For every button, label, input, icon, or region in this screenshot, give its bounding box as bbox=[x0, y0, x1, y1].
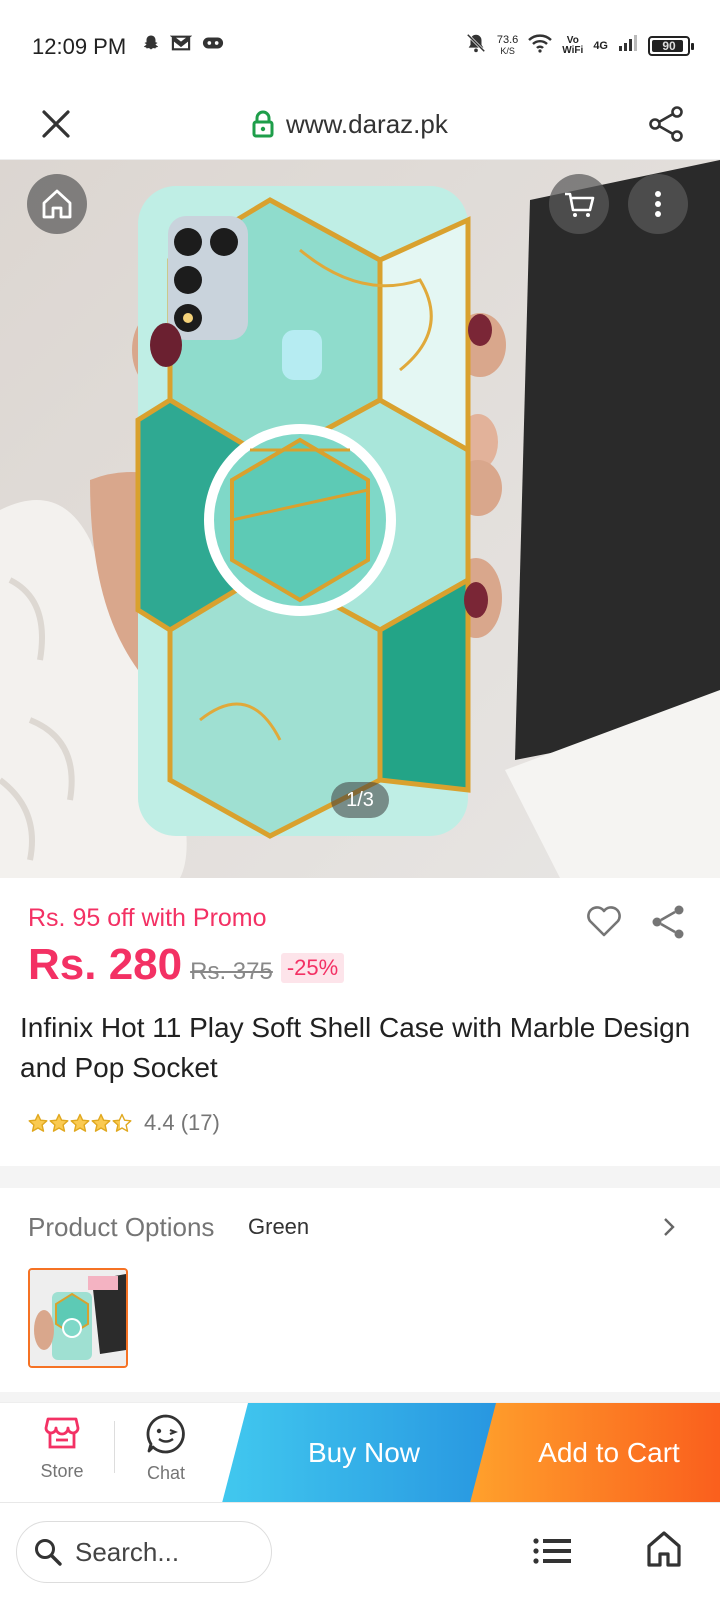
home-icon bbox=[647, 1531, 681, 1567]
bottom-bar bbox=[0, 1502, 720, 1600]
vowifi-bottom: WiFi bbox=[562, 44, 584, 56]
status-left-icons bbox=[142, 34, 224, 57]
chat-button[interactable]: Chat bbox=[116, 1413, 216, 1499]
buy-now-button[interactable]: Buy Now bbox=[222, 1403, 506, 1503]
store-button[interactable]: Store bbox=[12, 1413, 112, 1499]
mail-icon bbox=[169, 34, 193, 57]
battery-level: 90 bbox=[662, 38, 676, 53]
add-to-cart-button[interactable]: Add to Cart bbox=[470, 1403, 720, 1503]
share-icon bbox=[652, 905, 684, 939]
product-share-button[interactable] bbox=[646, 900, 690, 944]
url-text: www.daraz.pk bbox=[286, 108, 448, 139]
heart-icon bbox=[587, 906, 621, 937]
close-icon bbox=[42, 110, 70, 138]
network-type: 4G bbox=[593, 39, 608, 52]
more-vertical-icon bbox=[655, 191, 661, 217]
search-box[interactable] bbox=[16, 1521, 272, 1583]
url-display[interactable]: www.daraz.pk bbox=[252, 104, 448, 144]
more-options-button[interactable] bbox=[628, 174, 688, 234]
status-time: 12:09 PM bbox=[32, 34, 127, 59]
star-icon bbox=[112, 1113, 132, 1132]
star-icon bbox=[91, 1113, 111, 1132]
cart-icon bbox=[565, 192, 595, 217]
product-options[interactable]: Product Options Green bbox=[0, 1188, 720, 1392]
original-price: Rs. 375 bbox=[190, 958, 273, 985]
product-rating[interactable]: 4.4 (17) bbox=[28, 1110, 220, 1136]
battery-icon: 90 bbox=[648, 35, 694, 56]
action-bar: Store Chat Buy Now Add to Cart bbox=[0, 1402, 720, 1503]
vowifi-top: Vo bbox=[566, 34, 579, 46]
star-icon bbox=[28, 1113, 48, 1132]
home-button[interactable] bbox=[27, 174, 87, 234]
search-input[interactable] bbox=[75, 1536, 255, 1568]
share-icon bbox=[649, 106, 683, 142]
menu-button[interactable] bbox=[530, 1529, 574, 1573]
chat-icon bbox=[146, 1414, 185, 1454]
signal-icon bbox=[618, 34, 638, 57]
home-icon bbox=[42, 189, 72, 219]
browser-url-bar: www.daraz.pk bbox=[0, 90, 720, 160]
close-button[interactable] bbox=[36, 104, 76, 144]
share-button[interactable] bbox=[644, 102, 688, 146]
options-label: Product Options bbox=[28, 1212, 215, 1242]
menu-list-icon bbox=[533, 1538, 571, 1564]
action-divider bbox=[114, 1421, 115, 1473]
star-icon bbox=[49, 1113, 69, 1132]
product-image-gallery[interactable]: 1/3 bbox=[0, 160, 720, 878]
wishlist-button[interactable] bbox=[584, 902, 624, 942]
image-counter: 1/3 bbox=[331, 782, 389, 818]
product-title: Infinix Hot 11 Play Soft Shell Case with… bbox=[20, 1012, 691, 1083]
chevron-right-icon bbox=[664, 1218, 675, 1236]
lock-icon bbox=[252, 110, 274, 138]
speed-value: 73.6 bbox=[496, 33, 519, 46]
discount-badge: -25% bbox=[280, 953, 345, 983]
store-label: Store bbox=[40, 1461, 84, 1481]
store-icon bbox=[44, 1417, 80, 1449]
status-right-icons: 73.6 K/S Vo WiFi 4G 90 bbox=[465, 32, 694, 59]
game-controller-icon bbox=[202, 35, 224, 56]
option-thumbnail-image bbox=[30, 1270, 126, 1366]
search-icon bbox=[35, 1539, 62, 1566]
options-chevron[interactable] bbox=[654, 1212, 684, 1242]
options-value: Green bbox=[248, 1214, 310, 1239]
page: 12:09 PM 73.6 K/S Vo WiFi 4G 90 www.dara… bbox=[0, 0, 720, 1600]
snapchat-icon bbox=[142, 34, 160, 57]
rating-stars bbox=[28, 1113, 132, 1133]
option-thumbnail[interactable] bbox=[28, 1268, 128, 1368]
network-speed: 73.6 K/S bbox=[496, 33, 519, 57]
product-image bbox=[0, 160, 720, 878]
vowifi-indicator: Vo WiFi bbox=[562, 34, 584, 56]
speed-unit: K/S bbox=[500, 45, 515, 56]
status-bar: 12:09 PM 73.6 K/S Vo WiFi 4G 90 bbox=[0, 0, 720, 90]
product-info: Rs. 95 off with Promo Rs. 280 Rs. 375 -2… bbox=[0, 878, 720, 1166]
wifi-icon bbox=[528, 33, 553, 58]
current-price: Rs. 280 bbox=[28, 940, 183, 989]
section-divider bbox=[0, 1392, 720, 1402]
rating-text: 4.4 (17) bbox=[144, 1110, 220, 1135]
notifications-off-icon bbox=[465, 32, 487, 59]
home-nav-button[interactable] bbox=[642, 1527, 686, 1571]
section-divider bbox=[0, 1166, 720, 1188]
star-icon bbox=[70, 1113, 90, 1132]
cart-button[interactable] bbox=[549, 174, 609, 234]
chat-label: Chat bbox=[146, 1463, 186, 1483]
promo-text[interactable]: Rs. 95 off with Promo bbox=[28, 904, 267, 933]
price-row: Rs. 280 Rs. 375 -25% bbox=[28, 940, 345, 990]
